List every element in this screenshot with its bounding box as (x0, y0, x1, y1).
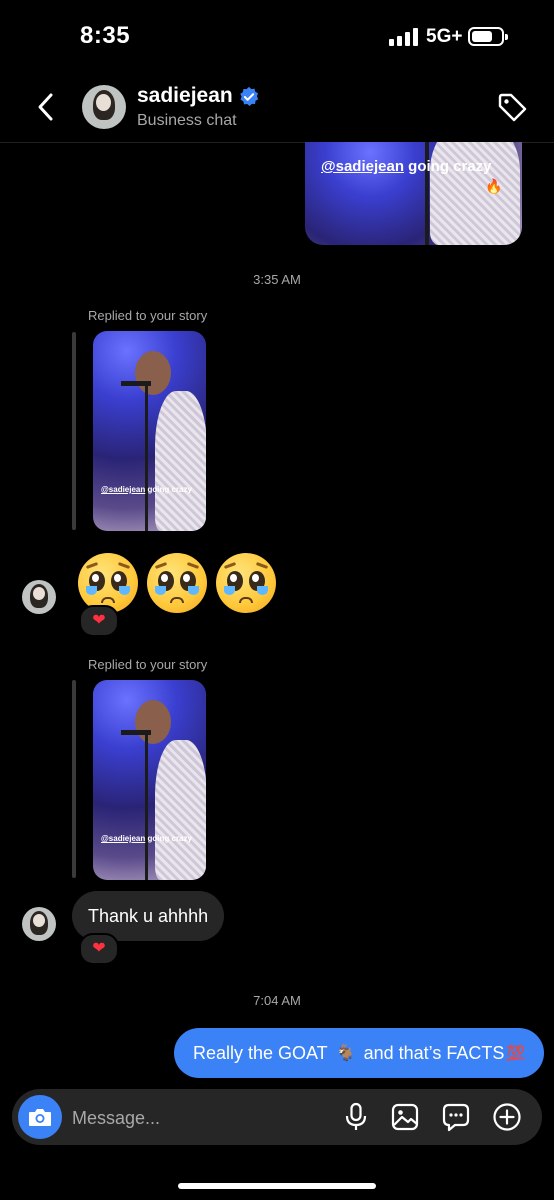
fire-icon: 🔥 (485, 178, 503, 194)
heart-reaction[interactable]: ❤ (79, 933, 119, 965)
network-label: 5G+ (426, 26, 463, 47)
pleading-face-icon (216, 553, 276, 613)
status-bar: 8:35 5G+ (0, 0, 554, 72)
chat-header: sadiejean Business chat (0, 72, 554, 143)
message-input[interactable] (72, 1106, 322, 1130)
story-caption: @sadiejean going crazy (101, 834, 192, 843)
sender-avatar[interactable] (22, 580, 56, 614)
sticker-button[interactable] (440, 1101, 472, 1133)
camera-icon (29, 1109, 51, 1126)
back-button[interactable] (30, 90, 62, 124)
replied-label: Replied to your story (88, 657, 208, 672)
tag-icon[interactable] (495, 90, 529, 124)
add-button[interactable] (491, 1101, 523, 1133)
outgoing-message[interactable]: Really the GOAT 🐐 and that’s FACTS 💯 (174, 1028, 544, 1078)
header-avatar[interactable] (82, 85, 126, 129)
heart-icon: ❤ (92, 612, 106, 629)
battery-icon (468, 27, 508, 46)
chat-type-label: Business chat (137, 112, 237, 129)
story-thumbnail[interactable]: @sadiejean going crazy (93, 331, 206, 531)
microphone-button[interactable] (340, 1101, 372, 1133)
shared-story-image[interactable]: @sadiejean going crazy 🔥 (305, 142, 522, 245)
hundred-points-icon: 💯 (506, 1045, 526, 1062)
contact-name[interactable]: sadiejean (137, 84, 233, 108)
timestamp: 3:35 AM (253, 272, 301, 287)
story-caption: @sadiejean going crazy (101, 485, 192, 494)
pleading-face-icon (78, 553, 138, 613)
gallery-button[interactable] (389, 1101, 421, 1133)
plus-circle-icon (493, 1103, 521, 1131)
home-indicator (178, 1183, 376, 1189)
status-time: 8:35 (80, 22, 131, 49)
chevron-left-icon (38, 93, 53, 121)
image-icon (391, 1103, 419, 1131)
replied-label: Replied to your story (88, 308, 208, 323)
message-composer (12, 1089, 542, 1145)
reply-bar (72, 332, 76, 530)
timestamp: 7:04 AM (253, 993, 301, 1008)
heart-icon: ❤ (92, 940, 106, 957)
goat-icon: 🐐 (335, 1045, 356, 1062)
signal-icon (389, 28, 418, 46)
pleading-face-icon (147, 553, 207, 613)
message-bubble-icon (442, 1103, 470, 1132)
story-caption: @sadiejean going crazy (321, 158, 492, 175)
story-thumbnail[interactable]: @sadiejean going crazy (93, 680, 206, 880)
camera-button[interactable] (18, 1095, 62, 1139)
sender-avatar[interactable] (22, 907, 56, 941)
heart-reaction[interactable]: ❤ (79, 605, 119, 637)
emoji-message: 🥺🥺🥺 (78, 553, 278, 613)
reply-bar (72, 680, 76, 878)
microphone-icon (345, 1102, 367, 1130)
verified-badge-icon (240, 86, 259, 106)
